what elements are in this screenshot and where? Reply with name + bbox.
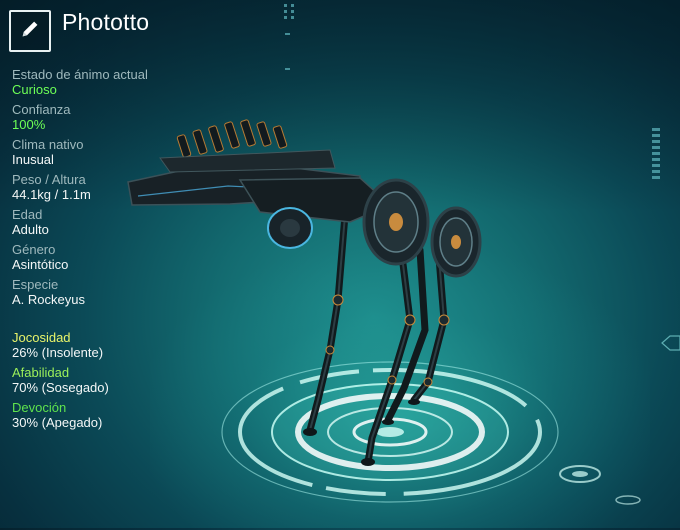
stat-weight-height: Peso / Altura 44.1kg / 1.1m (12, 172, 242, 203)
trait-label: Jocosidad (12, 330, 71, 345)
trait-value: 30% (Apegado) (12, 415, 103, 430)
stat-label: Edad (12, 207, 43, 222)
hud-decoration (284, 4, 660, 179)
trait-value: 70% (Sosegado) (12, 380, 109, 395)
stat-species: Especie A. Rockeyus (12, 277, 242, 308)
creature-traits: Jocosidad 26% (Insolente) Afabilidad 70%… (12, 330, 242, 435)
creature-stats: Estado de ánimo actual Curioso Confianza… (12, 67, 242, 312)
trait-friendliness: Afabilidad 70% (Sosegado) (12, 365, 242, 396)
hex-marker (661, 335, 680, 351)
stat-climate: Clima nativo Inusual (12, 137, 242, 168)
stat-label: Género (12, 242, 56, 257)
stat-value: 44.1kg / 1.1m (12, 187, 91, 202)
stat-gender: Género Asintótico (12, 242, 242, 273)
stat-value: 100% (12, 117, 46, 132)
trait-label: Devoción (12, 400, 67, 415)
stat-value: Inusual (12, 152, 54, 167)
trait-value: 26% (Insolente) (12, 345, 104, 360)
stat-value: Curioso (12, 82, 57, 97)
stat-trust: Confianza 100% (12, 102, 242, 133)
stat-value: Adulto (12, 222, 49, 237)
stat-label: Confianza (12, 102, 71, 117)
trait-playfulness: Jocosidad 26% (Insolente) (12, 330, 242, 361)
stat-label: Clima nativo (12, 137, 84, 152)
stat-label: Estado de ánimo actual (12, 67, 148, 82)
pencil-icon (19, 18, 41, 45)
stat-age: Edad Adulto (12, 207, 242, 238)
trait-label: Afabilidad (12, 365, 70, 380)
creature-name: Phototto (62, 9, 150, 35)
trait-devotion: Devoción 30% (Apegado) (12, 400, 242, 431)
stat-label: Peso / Altura (12, 172, 86, 187)
stat-mood: Estado de ánimo actual Curioso (12, 67, 242, 98)
stat-value: Asintótico (12, 257, 69, 272)
edit-name-button[interactable] (9, 10, 51, 52)
stat-value: A. Rockeyus (12, 292, 85, 307)
stat-label: Especie (12, 277, 59, 292)
